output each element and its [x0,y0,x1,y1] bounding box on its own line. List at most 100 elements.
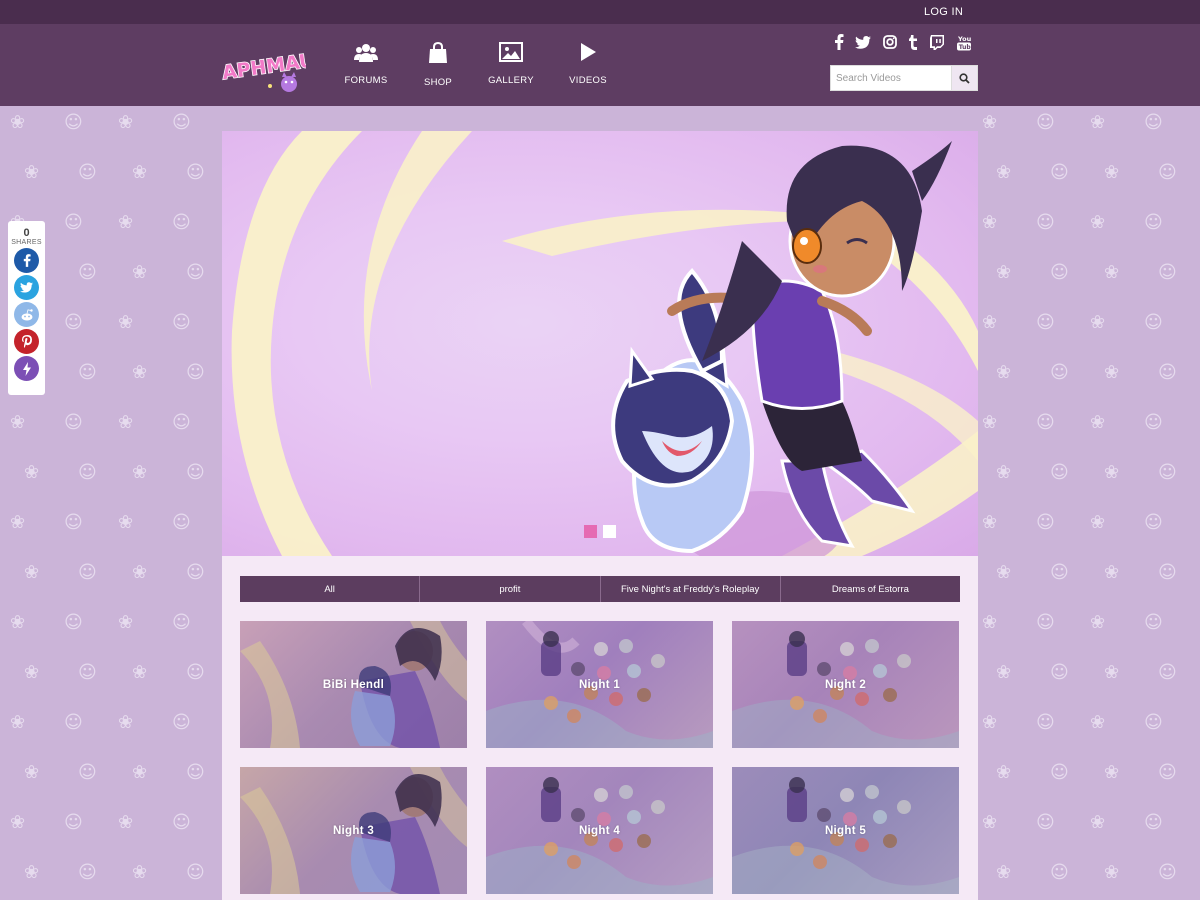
video-card[interactable]: Night 4 [486,767,713,894]
tab-dreams-of-estorra[interactable]: Dreams of Estorra [781,576,960,602]
search-input[interactable] [831,66,951,90]
paw-print-decoration: ❀ [982,712,998,733]
paw-print-decoration: ❀ [118,112,134,133]
share-more-button[interactable] [14,356,39,381]
nav-forums-label: FORUMS [344,75,388,86]
lightning-icon [22,361,31,376]
paw-print-decoration: ❀ [132,262,148,283]
paw-print-decoration: ☺ [64,312,83,333]
paw-print-decoration: ☺ [1158,162,1177,183]
video-title: Night 5 [824,824,867,837]
paw-print-decoration: ❀ [1090,612,1106,633]
nav-forums[interactable]: FORUMS [331,42,401,88]
paw-print-decoration: ☺ [1050,362,1069,383]
paw-print-decoration: ❀ [1104,462,1120,483]
instagram-icon[interactable] [882,34,898,50]
carousel-dot-1[interactable] [584,525,597,538]
play-icon [581,43,596,61]
paw-print-decoration: ❀ [1090,412,1106,433]
paw-print-decoration: ❀ [1090,312,1106,333]
paw-print-decoration: ☺ [1050,662,1069,683]
paw-print-decoration: ☺ [186,362,205,383]
paw-print-decoration: ☺ [78,862,97,883]
paw-print-decoration: ❀ [118,412,134,433]
paw-print-decoration: ❀ [118,212,134,233]
paw-print-decoration: ☺ [186,862,205,883]
paw-print-decoration: ❀ [1104,862,1120,883]
paw-print-decoration: ☺ [64,612,83,633]
share-reddit-button[interactable] [14,302,39,327]
image-icon [499,42,523,62]
paw-print-decoration: ❀ [24,462,40,483]
nav-gallery-label: GALLERY [488,75,534,86]
video-title: BiBi Hendl [322,678,385,691]
paw-print-decoration: ☺ [1036,812,1055,833]
share-pinterest-button[interactable] [14,329,39,354]
paw-print-decoration: ❀ [996,362,1012,383]
top-bar: LOG IN [0,0,1200,24]
pinterest-icon [21,335,32,348]
video-title: Night 3 [332,824,375,837]
paw-print-decoration: ☺ [1036,212,1055,233]
paw-print-decoration: ☺ [1036,112,1055,133]
paw-print-decoration: ☺ [172,412,191,433]
tumblr-icon[interactable] [907,34,919,50]
paw-print-decoration: ❀ [1104,262,1120,283]
paw-print-decoration: ☺ [1144,512,1163,533]
nav-gallery[interactable]: GALLERY [476,42,546,88]
facebook-icon[interactable] [832,34,846,50]
video-title: Night 1 [578,678,621,691]
nav-videos[interactable]: VIDEOS [553,42,623,88]
search-button[interactable] [951,66,977,90]
video-card[interactable]: Night 3 [240,767,467,894]
paw-print-decoration: ❀ [132,162,148,183]
video-card[interactable]: Night 1 [486,621,713,748]
twitch-icon[interactable] [929,34,945,50]
tab-profit[interactable]: profit [420,576,601,602]
paw-print-decoration: ☺ [64,512,83,533]
paw-print-decoration: ☺ [78,262,97,283]
paw-print-decoration: ☺ [1144,412,1163,433]
paw-print-decoration: ☺ [64,712,83,733]
twitter-icon [20,282,33,293]
site-logo[interactable]: APHMAU [220,44,317,92]
video-card[interactable]: BiBi Hendl [240,621,467,748]
paw-print-decoration: ❀ [982,512,998,533]
paw-print-decoration: ☺ [172,312,191,333]
paw-print-decoration: ☺ [172,712,191,733]
share-sidebar: 0 SHARES [8,221,45,395]
video-card[interactable]: Night 2 [732,621,959,748]
carousel-dot-2[interactable] [603,525,616,538]
paw-print-decoration: ☺ [78,362,97,383]
nav-shop[interactable]: SHOP [403,42,473,90]
paw-print-decoration: ☺ [78,562,97,583]
paw-print-decoration: ❀ [1104,662,1120,683]
paw-print-decoration: ❀ [1104,762,1120,783]
paw-print-decoration: ❀ [132,362,148,383]
paw-print-decoration: ☺ [186,762,205,783]
hero-banner[interactable] [222,131,978,556]
tab-all[interactable]: All [240,576,421,602]
share-label: SHARES [11,239,42,246]
share-twitter-button[interactable] [14,275,39,300]
paw-print-decoration: ❀ [982,112,998,133]
paw-print-decoration: ❀ [1090,512,1106,533]
paw-print-decoration: ☺ [78,462,97,483]
paw-print-decoration: ☺ [1036,612,1055,633]
paw-print-decoration: ❀ [10,112,26,133]
facebook-icon [23,254,31,267]
paw-print-decoration: ❀ [10,612,26,633]
nav-videos-label: VIDEOS [569,75,607,86]
paw-print-decoration: ☺ [172,612,191,633]
twitter-icon[interactable] [855,34,871,50]
paw-print-decoration: ☺ [172,812,191,833]
login-link[interactable]: LOG IN [924,6,963,18]
paw-print-decoration: ❀ [24,762,40,783]
video-card[interactable]: Night 5 [732,767,959,894]
paw-print-decoration: ❀ [10,512,26,533]
paw-print-decoration: ❀ [996,562,1012,583]
share-facebook-button[interactable] [14,248,39,273]
paw-print-decoration: ☺ [1144,812,1163,833]
youtube-icon[interactable]: YouTube [956,34,972,51]
tab-fnaf-roleplay[interactable]: Five Night's at Freddy's Roleplay [601,576,781,602]
